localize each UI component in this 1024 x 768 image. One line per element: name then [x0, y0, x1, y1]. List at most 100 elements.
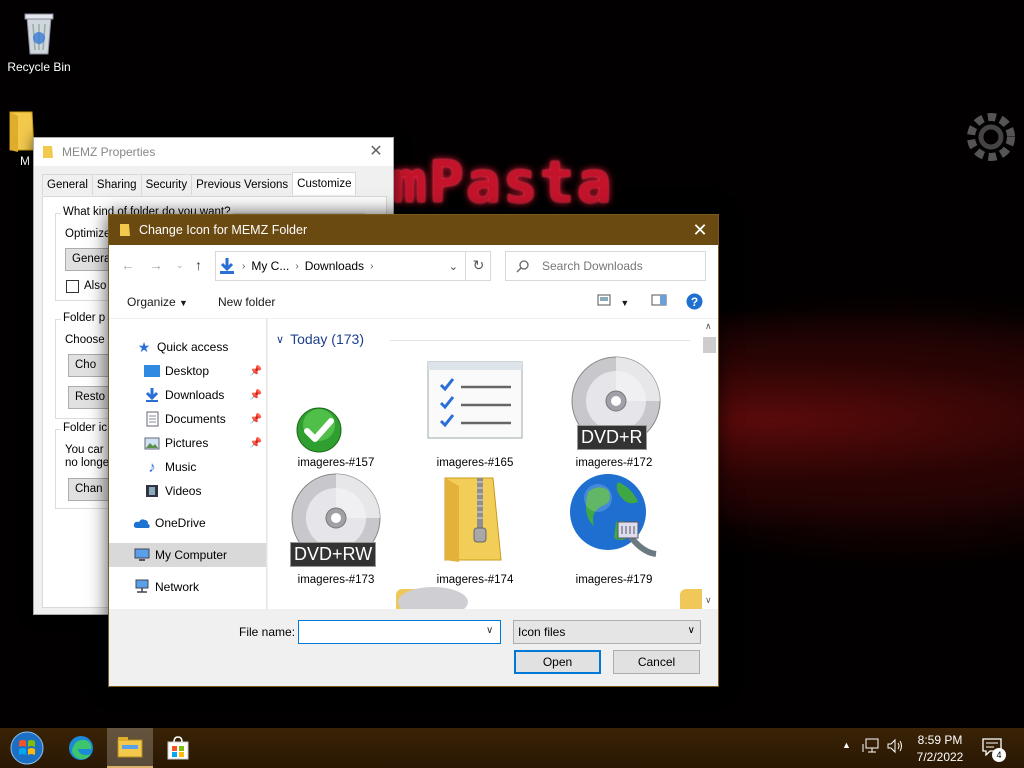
- breadcrumb-my-computer[interactable]: My C...: [251, 259, 289, 273]
- file-explorer-icon: [117, 737, 143, 758]
- tab-security[interactable]: Security: [140, 174, 193, 195]
- properties-title: MEMZ Properties: [62, 145, 156, 159]
- file-name-input[interactable]: [298, 620, 501, 644]
- also-apply-checkbox[interactable]: [66, 280, 79, 293]
- taskbar-edge[interactable]: [58, 728, 104, 768]
- search-placeholder: Search Downloads: [542, 259, 643, 273]
- nav-quick-access[interactable]: ★ Quick access: [109, 335, 266, 359]
- organize-button[interactable]: Organize ▼: [127, 295, 188, 309]
- pin-icon[interactable]: 📌: [250, 366, 262, 377]
- nav-label: My Computer: [155, 548, 228, 562]
- store-icon: [167, 736, 189, 760]
- start-button[interactable]: [4, 728, 50, 768]
- file-type-value: Icon files: [518, 625, 566, 639]
- back-arrow-icon[interactable]: ←: [121, 257, 135, 273]
- tab-general[interactable]: General: [42, 174, 93, 195]
- navigation-pane: ★ Quick access Desktop 📌 Downloads 📌 Doc…: [109, 319, 267, 609]
- windows-orb-icon: [10, 731, 44, 765]
- taskbar-store[interactable]: [155, 728, 201, 768]
- nav-label: Quick access: [157, 340, 229, 354]
- pin-icon[interactable]: 📌: [250, 390, 262, 401]
- pin-icon[interactable]: 📌: [250, 438, 262, 449]
- help-button[interactable]: ?: [686, 293, 703, 313]
- dvd-icon: [398, 587, 468, 609]
- file-label: imageres-#165: [436, 457, 514, 469]
- network-tray-icon[interactable]: [862, 738, 880, 757]
- search-input[interactable]: Search Downloads: [505, 251, 706, 281]
- dialog-title-bar[interactable]: Change Icon for MEMZ Folder ✕: [109, 215, 718, 245]
- volume-icon[interactable]: [886, 738, 904, 757]
- tab-customize[interactable]: Customize: [292, 172, 357, 195]
- properties-title-bar[interactable]: MEMZ Properties ✕: [34, 138, 393, 166]
- nav-label: OneDrive: [155, 516, 206, 530]
- nav-onedrive[interactable]: OneDrive: [109, 511, 266, 535]
- downloads-icon: [143, 387, 161, 403]
- checklist-icon: [427, 361, 523, 439]
- forward-arrow-icon[interactable]: →: [149, 257, 163, 273]
- optimize-label: Optimize: [65, 228, 111, 240]
- desktop-icon: [143, 363, 161, 379]
- chevron-down-icon[interactable]: ⌄: [449, 260, 458, 273]
- nav-desktop[interactable]: Desktop 📌: [109, 359, 266, 383]
- pictures-icon: [143, 435, 161, 451]
- nav-pictures[interactable]: Pictures 📌: [109, 431, 266, 455]
- also-apply-label: Also: [84, 280, 107, 292]
- star-icon: ★: [137, 338, 151, 355]
- pin-icon[interactable]: 📌: [250, 414, 262, 425]
- file-item[interactable]: imageres-#174: [415, 476, 535, 586]
- file-item[interactable]: imageres-#165: [415, 359, 535, 469]
- scroll-up-icon[interactable]: ∧: [705, 321, 712, 332]
- nav-network[interactable]: Network: [109, 575, 266, 599]
- cloud-icon: [133, 515, 151, 531]
- close-icon[interactable]: ✕: [365, 142, 387, 162]
- nav-my-computer[interactable]: My Computer: [109, 543, 266, 567]
- show-hidden-icons-icon[interactable]: ▲: [842, 740, 851, 750]
- nav-label: Downloads: [165, 388, 225, 402]
- scrollbar-thumb[interactable]: [703, 337, 716, 353]
- dialog-footer: File name: ∨ Icon files ∨ Open Cancel: [109, 609, 718, 686]
- change-icon-dialog: Change Icon for MEMZ Folder ✕ ← → ⌄ ↑ › …: [108, 214, 719, 687]
- downloads-icon: [220, 258, 234, 274]
- folder-icon: [120, 224, 130, 236]
- preview-pane-button[interactable]: [651, 294, 667, 309]
- file-item[interactable]: DVD+R imageres-#172: [554, 356, 674, 469]
- desktop-icon-recycle-bin[interactable]: Recycle Bin: [4, 8, 74, 74]
- clock[interactable]: 8:59 PM 7/2/2022: [914, 733, 966, 764]
- taskbar-file-explorer[interactable]: [107, 728, 153, 768]
- tab-sharing[interactable]: Sharing: [91, 174, 142, 195]
- scroll-down-icon[interactable]: ∨: [705, 595, 712, 606]
- view-options-button[interactable]: ▼: [597, 294, 629, 309]
- nav-videos[interactable]: Videos: [109, 479, 266, 503]
- nav-music[interactable]: ♪ Music: [109, 455, 266, 479]
- file-name-label: File name:: [239, 625, 296, 639]
- breadcrumb-downloads[interactable]: Downloads: [305, 259, 364, 273]
- close-icon[interactable]: ✕: [688, 220, 712, 240]
- edge-icon: [69, 736, 93, 760]
- dialog-title: Change Icon for MEMZ Folder: [139, 223, 308, 237]
- vertical-scrollbar[interactable]: ∧ ∨: [702, 319, 718, 609]
- network-globe-icon: [570, 474, 657, 557]
- file-item[interactable]: imageres-#179: [554, 474, 674, 586]
- nav-label: Pictures: [165, 436, 209, 450]
- cancel-button[interactable]: Cancel: [613, 650, 700, 674]
- nav-downloads[interactable]: Downloads 📌: [109, 383, 266, 407]
- up-arrow-icon[interactable]: ↑: [195, 257, 202, 273]
- nav-label: Desktop: [165, 364, 210, 378]
- address-bar[interactable]: › My C... › Downloads › ⌄: [215, 251, 491, 281]
- refresh-icon[interactable]: ↻: [465, 251, 491, 281]
- file-list: ∨ Today (173) imageres-#157 imageres-#16…: [268, 319, 718, 609]
- file-label: imageres-#179: [575, 574, 653, 586]
- nav-documents[interactable]: Documents 📌: [109, 407, 266, 431]
- chevron-down-icon[interactable]: ∨: [486, 625, 493, 636]
- file-type-select[interactable]: Icon files ∨: [513, 620, 701, 644]
- new-folder-button[interactable]: New folder: [218, 295, 275, 309]
- checkmark-icon: [296, 407, 342, 453]
- recent-locations-icon[interactable]: ⌄: [176, 260, 184, 271]
- nav-label: Music: [165, 460, 197, 474]
- file-item[interactable]: imageres-#157: [276, 359, 396, 469]
- clock-date: 7/2/2022: [916, 750, 964, 764]
- tab-previous-versions[interactable]: Previous Versions: [191, 174, 294, 195]
- file-item[interactable]: DVD+RW imageres-#173: [276, 473, 396, 586]
- open-button[interactable]: Open: [514, 650, 601, 674]
- group-header[interactable]: ∨ Today (173): [276, 331, 364, 347]
